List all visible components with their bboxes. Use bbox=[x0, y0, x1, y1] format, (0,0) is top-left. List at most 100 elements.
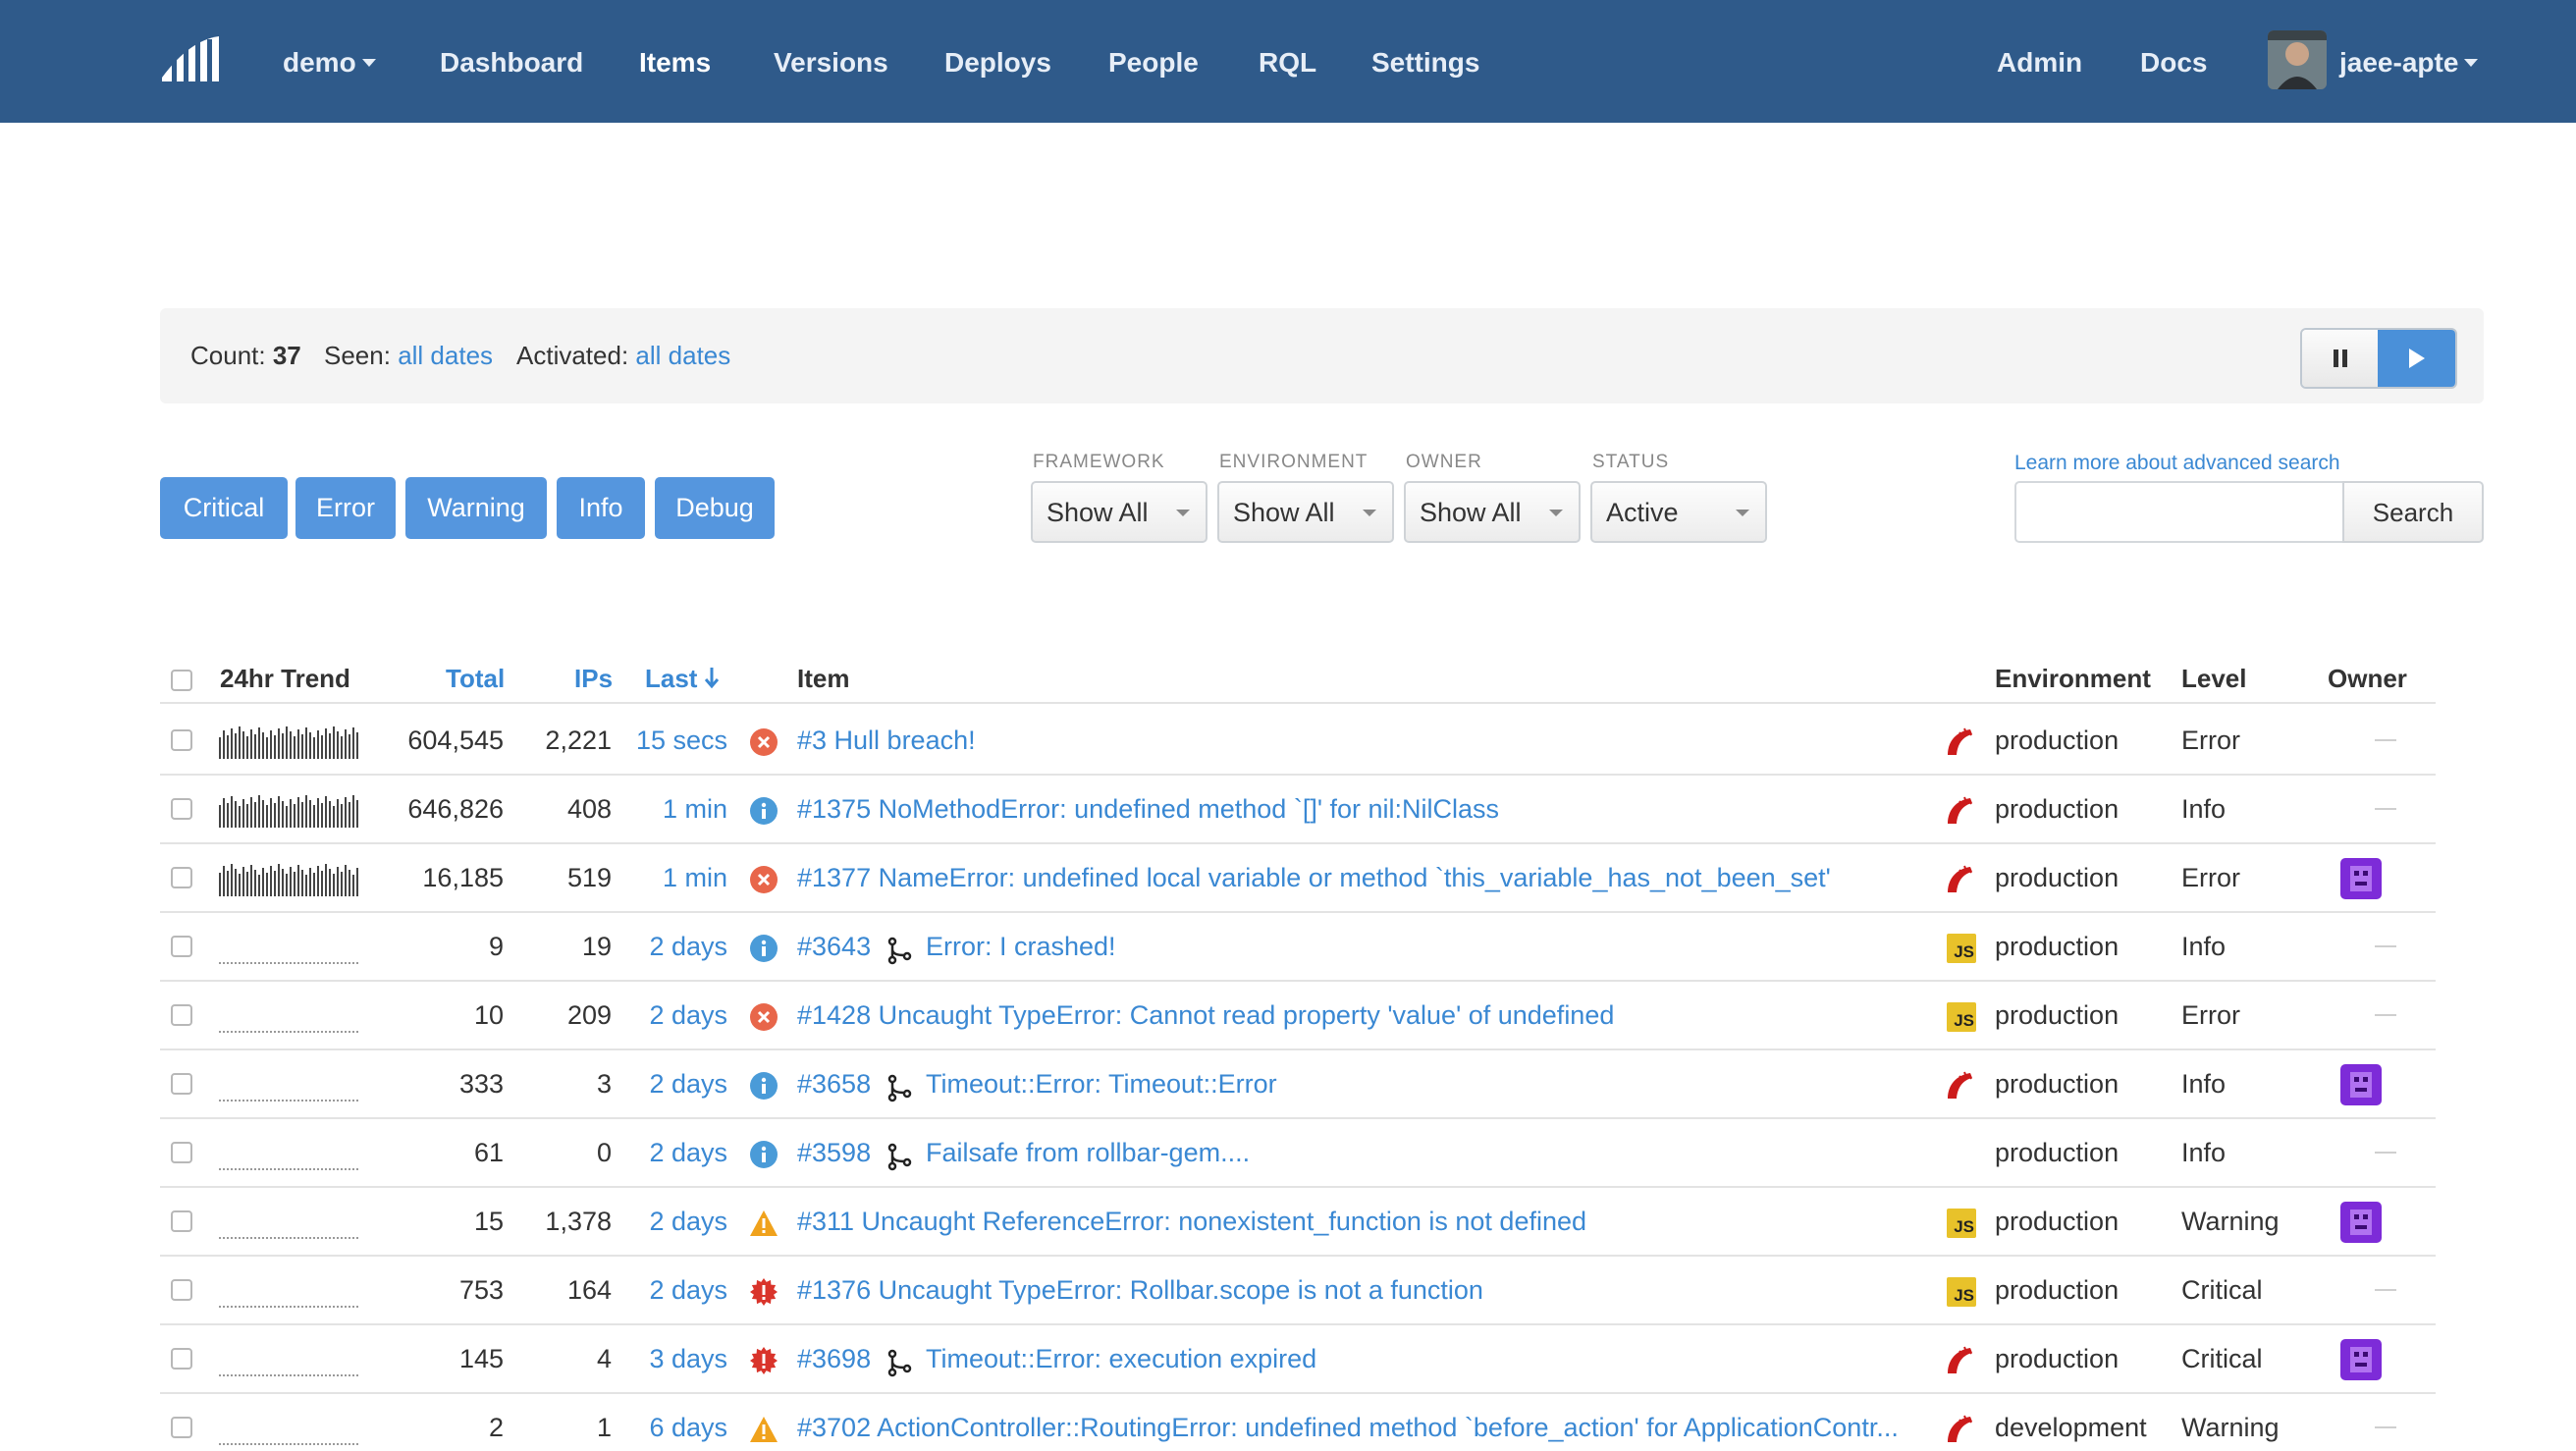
nav-versions[interactable]: Versions bbox=[774, 0, 888, 123]
last-seen-link[interactable]: 2 days bbox=[612, 981, 727, 1049]
last-seen-link[interactable]: 2 days bbox=[612, 1118, 727, 1187]
pause-button[interactable] bbox=[2302, 330, 2379, 387]
last-seen-link[interactable]: 2 days bbox=[612, 1049, 727, 1118]
item-id-link[interactable]: #3643 bbox=[797, 912, 871, 981]
project-dropdown[interactable]: demo bbox=[283, 0, 376, 123]
header-total[interactable]: Total bbox=[446, 664, 505, 694]
nav-people[interactable]: People bbox=[1108, 0, 1199, 123]
row-checkbox[interactable] bbox=[171, 1004, 192, 1026]
item-title-link[interactable]: #1375 NoMethodError: undefined method `[… bbox=[797, 775, 1499, 843]
row-checkbox[interactable] bbox=[171, 1210, 192, 1232]
item-title-link[interactable]: Timeout::Error: execution expired bbox=[926, 1324, 1316, 1393]
row-checkbox[interactable] bbox=[171, 1417, 192, 1438]
table-row[interactable]: 604,545 2,221 15 secs #3 Hull breach! produc… bbox=[160, 706, 2436, 776]
item-title-link[interactable]: Timeout::Error: Timeout::Error bbox=[926, 1049, 1277, 1118]
owner-avatar-icon[interactable] bbox=[2340, 858, 2382, 899]
level-error-button[interactable]: Error bbox=[295, 477, 396, 539]
chevron-down-icon bbox=[1363, 510, 1376, 516]
last-seen-link[interactable]: 6 days bbox=[612, 1393, 727, 1451]
table-row[interactable]: 333 3 2 days #3658 Timeout::Error: Timeout::… bbox=[160, 1049, 2436, 1119]
rollbar-logo[interactable] bbox=[160, 34, 221, 83]
table-row[interactable]: 646,826 408 1 min #1375 NoMethodError: unde… bbox=[160, 775, 2436, 844]
item-title-link[interactable]: #3 Hull breach! bbox=[797, 706, 976, 775]
play-button[interactable] bbox=[2378, 330, 2455, 387]
item-title-link[interactable]: #3702 ActionController::RoutingError: un… bbox=[797, 1393, 1899, 1451]
table-row[interactable]: 2 16 days #3702 ActionController::RoutingE… bbox=[160, 1393, 2436, 1451]
search-input[interactable] bbox=[2014, 481, 2344, 543]
row-checkbox[interactable] bbox=[171, 867, 192, 888]
header-last[interactable]: Last bbox=[645, 664, 719, 694]
header-ips[interactable]: IPs bbox=[574, 664, 613, 694]
seen-dates-link[interactable]: all dates bbox=[398, 341, 493, 370]
nav-admin[interactable]: Admin bbox=[1997, 0, 2082, 123]
owner-avatar-icon[interactable] bbox=[2340, 1064, 2382, 1105]
info-level-icon bbox=[749, 934, 778, 963]
no-owner-dash bbox=[2375, 1289, 2396, 1291]
environment-select[interactable]: Show All bbox=[1217, 481, 1394, 543]
item-title-link[interactable]: #1377 NameError: undefined local variabl… bbox=[797, 843, 1831, 912]
search-button[interactable]: Search bbox=[2342, 481, 2484, 543]
seen-summary: Seen: all dates bbox=[324, 341, 494, 370]
level-warning-button[interactable]: Warning bbox=[405, 477, 547, 539]
nav-dashboard[interactable]: Dashboard bbox=[440, 0, 583, 123]
item-id-link[interactable]: #3658 bbox=[797, 1049, 871, 1118]
table-row[interactable]: 753 164 2 days #1376 Uncaught TypeError: Ro… bbox=[160, 1256, 2436, 1325]
live-update-controls bbox=[2300, 328, 2457, 389]
owner-avatar-icon[interactable] bbox=[2340, 1202, 2382, 1243]
advanced-search-link[interactable]: Learn more about advanced search bbox=[2014, 452, 2340, 475]
owner-avatar-icon[interactable] bbox=[2340, 1339, 2382, 1380]
header-environment: Environment bbox=[1995, 664, 2151, 693]
level-critical-button[interactable]: Critical bbox=[160, 477, 288, 539]
status-select[interactable]: Active bbox=[1590, 481, 1767, 543]
last-seen-link[interactable]: 2 days bbox=[612, 1187, 727, 1256]
table-row[interactable]: 145 4 3 days #3698 Timeout::Error: execution… bbox=[160, 1324, 2436, 1394]
row-checkbox[interactable] bbox=[171, 798, 192, 820]
row-checkbox[interactable] bbox=[171, 1348, 192, 1370]
select-all-checkbox[interactable] bbox=[171, 670, 192, 691]
table-header-divider bbox=[160, 702, 2436, 704]
trend-sparkline bbox=[219, 1067, 360, 1102]
table-row[interactable]: 9 19 2 days #3643 Error: I crashed! JS product… bbox=[160, 912, 2436, 982]
item-title-link[interactable]: #311 Uncaught ReferenceError: nonexisten… bbox=[797, 1187, 1586, 1256]
last-seen-link[interactable]: 1 min bbox=[612, 775, 727, 843]
item-id-link[interactable]: #3598 bbox=[797, 1118, 871, 1187]
nav-deploys[interactable]: Deploys bbox=[944, 0, 1051, 123]
table-row[interactable]: 61 0 2 days #3598 Failsafe from rollbar-gem.… bbox=[160, 1118, 2436, 1188]
header-item: Item bbox=[797, 664, 850, 693]
nav-rql[interactable]: RQL bbox=[1259, 0, 1316, 123]
play-icon bbox=[2408, 349, 2425, 368]
last-seen-link[interactable]: 2 days bbox=[612, 912, 727, 981]
activated-dates-link[interactable]: all dates bbox=[635, 341, 730, 370]
nav-settings[interactable]: Settings bbox=[1371, 0, 1479, 123]
item-title-link[interactable]: Error: I crashed! bbox=[926, 912, 1116, 981]
last-seen-link[interactable]: 2 days bbox=[612, 1256, 727, 1324]
row-checkbox[interactable] bbox=[171, 1142, 192, 1163]
header-owner: Owner bbox=[2328, 664, 2407, 693]
item-title-link[interactable]: #1376 Uncaught TypeError: Rollbar.scope … bbox=[797, 1256, 1483, 1324]
row-checkbox[interactable] bbox=[171, 1279, 192, 1301]
last-seen-link[interactable]: 3 days bbox=[612, 1324, 727, 1393]
last-seen-link[interactable]: 1 min bbox=[612, 843, 727, 912]
row-checkbox[interactable] bbox=[171, 729, 192, 751]
framework-select[interactable]: Show All bbox=[1031, 481, 1208, 543]
item-id-link[interactable]: #3698 bbox=[797, 1324, 871, 1393]
summary-bar: Count: 37 Seen: all dates Activated: all… bbox=[160, 308, 2484, 403]
owner-select[interactable]: Show All bbox=[1404, 481, 1581, 543]
table-row[interactable]: 15 1,378 2 days #311 Uncaught ReferenceErro… bbox=[160, 1187, 2436, 1257]
nav-items[interactable]: Items bbox=[639, 0, 711, 123]
level-debug-button[interactable]: Debug bbox=[655, 477, 775, 539]
row-checkbox[interactable] bbox=[171, 936, 192, 957]
user-avatar[interactable] bbox=[2268, 30, 2327, 89]
table-row[interactable]: 16,185 519 1 min #1377 NameError: undefined… bbox=[160, 843, 2436, 913]
javascript-icon: JS bbox=[1947, 1277, 1976, 1307]
item-title-link[interactable]: #1428 Uncaught TypeError: Cannot read pr… bbox=[797, 981, 1614, 1049]
error-level-icon bbox=[749, 1002, 778, 1032]
item-title-link[interactable]: Failsafe from rollbar-gem.... bbox=[926, 1118, 1250, 1187]
nav-docs[interactable]: Docs bbox=[2140, 0, 2207, 123]
level-info-button[interactable]: Info bbox=[557, 477, 645, 539]
environment-value: production bbox=[1995, 1000, 2120, 1030]
last-seen-link[interactable]: 15 secs bbox=[612, 706, 727, 775]
row-checkbox[interactable] bbox=[171, 1073, 192, 1095]
user-menu[interactable]: jaee-apte bbox=[2339, 0, 2479, 123]
table-row[interactable]: 10 209 2 days #1428 Uncaught TypeError: Can… bbox=[160, 981, 2436, 1050]
